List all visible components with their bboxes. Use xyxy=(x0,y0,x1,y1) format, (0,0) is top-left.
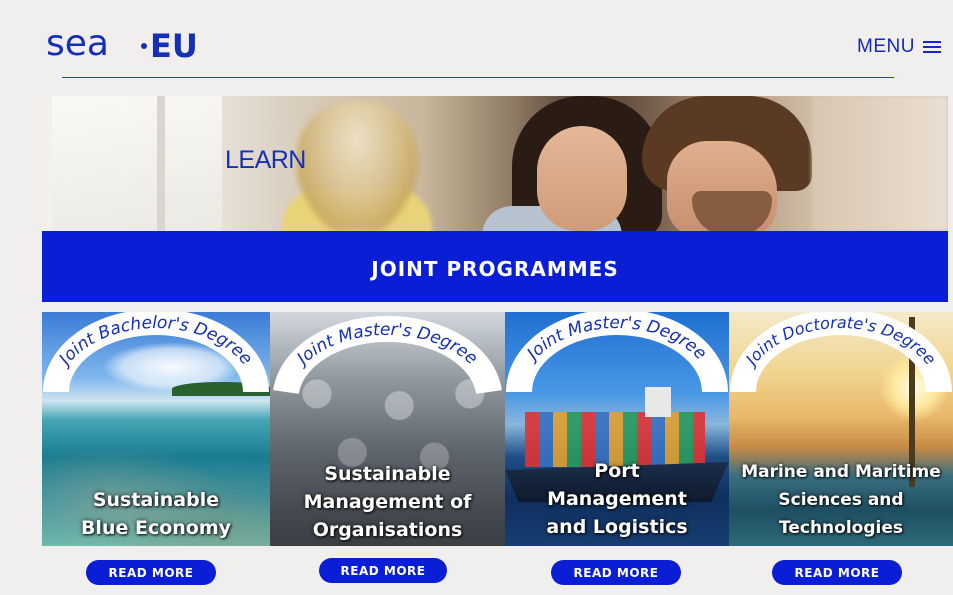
programme-card-management[interactable]: Joint Master's Degree Sustainable Manage… xyxy=(270,312,505,546)
read-more-button-port-logistics[interactable]: READ MORE xyxy=(551,560,681,585)
degree-arc-label: Joint Doctorate's Degree xyxy=(730,312,952,393)
hero-window-image xyxy=(52,96,222,231)
degree-label: Joint Master's Degree xyxy=(291,320,481,371)
hamburger-icon xyxy=(923,41,941,53)
joint-programmes-banner: JOINT PROGRAMMES xyxy=(42,231,948,302)
programme-card-blue-economy[interactable]: Joint Bachelor's Degree Sustainable Blue… xyxy=(42,312,270,546)
logo-text-sea: sea xyxy=(46,24,109,64)
svg-text:Joint Doctorate's Degree: Joint Doctorate's Degree xyxy=(740,313,940,371)
logo-text-eu: EU xyxy=(150,27,196,64)
banner-title: JOINT PROGRAMMES xyxy=(371,256,619,281)
svg-text:Joint Master's Degree: Joint Master's Degree xyxy=(521,313,710,366)
degree-arc-label: Joint Bachelor's Degree xyxy=(43,312,269,393)
degree-label: Joint Doctorate's Degree xyxy=(740,313,940,371)
programme-card-marine-maritime[interactable]: Joint Doctorate's Degree Marine and Mari… xyxy=(729,312,953,546)
read-more-button-blue-economy[interactable]: READ MORE xyxy=(86,560,216,585)
menu-button[interactable]: MENU xyxy=(857,36,941,58)
hero-title: LEARN xyxy=(225,146,306,174)
programme-title: Port Management and Logistics xyxy=(546,460,688,538)
svg-text:Joint Bachelor's Degree: Joint Bachelor's Degree xyxy=(54,313,257,371)
svg-text:Joint Master's Degree: Joint Master's Degree xyxy=(291,320,481,371)
degree-label: Joint Master's Degree xyxy=(521,313,710,366)
degree-label: Joint Bachelor's Degree xyxy=(54,313,257,371)
menu-label: MENU xyxy=(857,36,915,57)
header-divider xyxy=(62,77,894,78)
programme-card-port-logistics[interactable]: Joint Master's Degree Port Management an… xyxy=(505,312,729,546)
degree-arc-label: Joint Master's Degree xyxy=(273,315,502,395)
degree-arc-label: Joint Master's Degree xyxy=(506,312,728,393)
read-more-button-management[interactable]: READ MORE xyxy=(319,558,447,583)
programme-title: Sustainable Blue Economy xyxy=(80,489,232,539)
hero-banner: LEARN xyxy=(42,96,948,231)
programme-title: Sustainable Management of Organisations xyxy=(303,463,472,541)
sea-eu-logo[interactable]: sea EU xyxy=(46,24,196,64)
read-more-button-marine-maritime[interactable]: READ MORE xyxy=(772,560,902,585)
programme-title: Marine and Maritime Sciences and Technol… xyxy=(741,462,941,538)
page: sea EU MENU LEARN JOINT PROGRAMMES Joint… xyxy=(0,0,953,595)
